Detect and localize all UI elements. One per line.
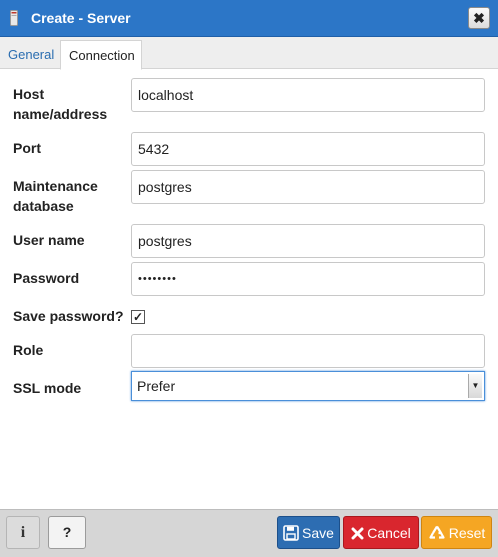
reset-label: Reset <box>448 524 486 541</box>
close-icon: ✖ <box>473 10 485 26</box>
dialog-title: Create - Server <box>31 10 131 26</box>
server-icon <box>10 10 18 26</box>
dialog-titlebar: Create - Server ✖ <box>0 0 498 37</box>
cancel-label: Cancel <box>367 524 411 541</box>
ssl-mode-value: Prefer <box>137 378 176 394</box>
maintenance-db-label-line1: Maintenance <box>13 178 98 194</box>
save-label: Save <box>302 524 334 541</box>
save-password-label: Save password? <box>13 308 124 324</box>
username-input[interactable] <box>131 224 485 258</box>
tab-general[interactable]: General <box>0 40 62 69</box>
dialog-footer: i ? Save Cancel Reset <box>0 509 498 557</box>
port-input[interactable] <box>131 132 485 166</box>
reset-button[interactable]: Reset <box>421 516 492 549</box>
floppy-disk-icon <box>283 525 299 542</box>
maintenance-db-input[interactable] <box>131 170 485 204</box>
host-label-line2: name/address <box>13 106 108 122</box>
role-label: Role <box>13 342 44 358</box>
x-icon <box>351 527 364 540</box>
dropdown-arrow-icon[interactable]: ▼ <box>468 374 482 398</box>
host-input[interactable] <box>131 78 485 112</box>
port-label: Port <box>13 140 41 156</box>
save-button[interactable]: Save <box>277 516 340 549</box>
save-password-checkbox[interactable]: ✓ <box>131 310 145 324</box>
host-label: Host name/address <box>13 84 107 124</box>
password-input[interactable]: •••••••• <box>131 262 485 296</box>
info-icon: i <box>20 524 26 541</box>
info-button[interactable]: i <box>6 516 40 549</box>
cancel-button[interactable]: Cancel <box>343 516 419 549</box>
checkmark-icon: ✓ <box>132 310 144 324</box>
username-label: User name <box>13 232 85 248</box>
recycle-icon <box>429 526 445 539</box>
help-button[interactable]: ? <box>48 516 86 549</box>
tab-bar: General Connection <box>0 37 498 70</box>
maintenance-db-label-line2: database <box>13 198 74 214</box>
close-button[interactable]: ✖ <box>468 7 490 29</box>
role-input[interactable] <box>131 334 485 368</box>
ssl-mode-select[interactable]: Prefer ▼ <box>131 371 485 401</box>
maintenance-db-label: Maintenance database <box>13 176 98 216</box>
help-icon: ? <box>62 524 72 540</box>
tab-connection[interactable]: Connection <box>60 40 142 70</box>
host-label-line1: Host <box>13 86 45 102</box>
password-label: Password <box>13 270 80 286</box>
ssl-mode-label: SSL mode <box>13 380 82 396</box>
